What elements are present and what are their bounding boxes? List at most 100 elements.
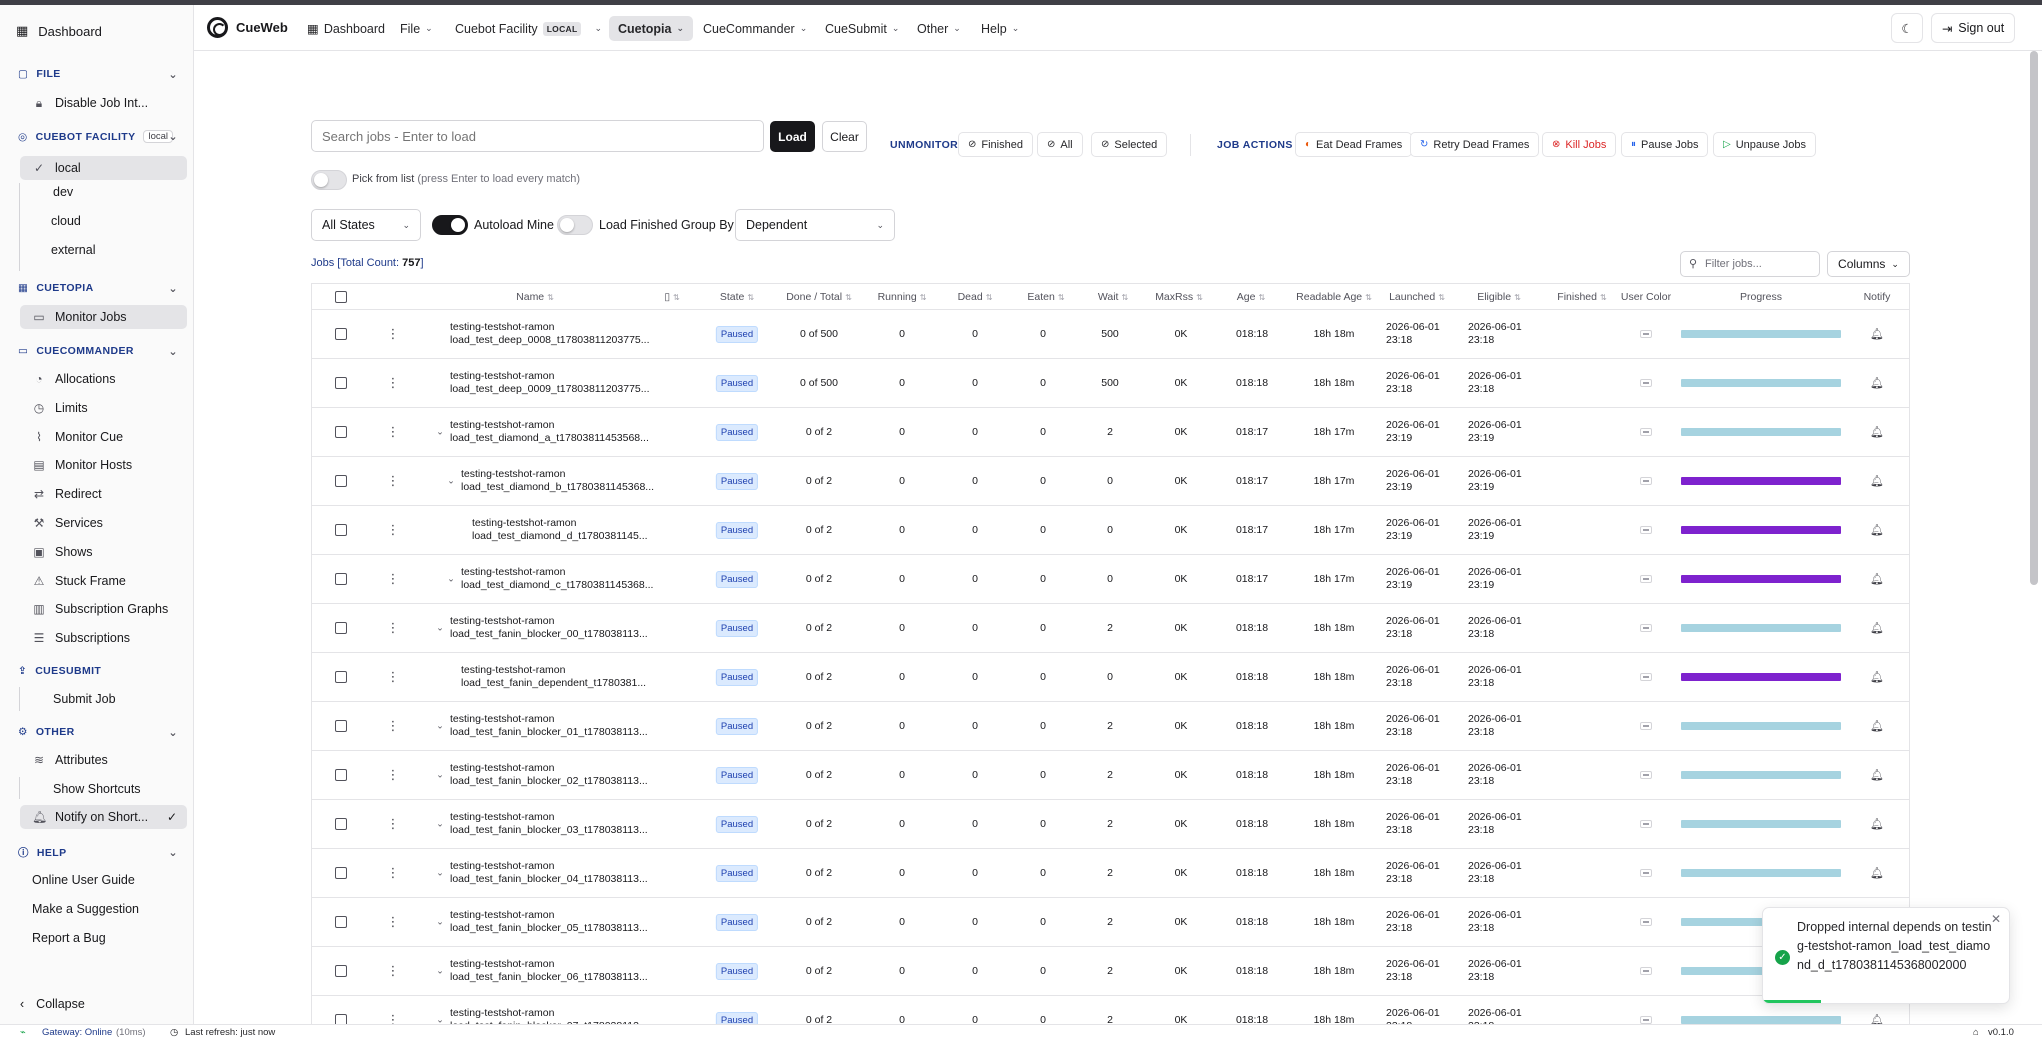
row-menu-icon[interactable]: ⋮ xyxy=(387,963,400,979)
row-checkbox[interactable] xyxy=(335,475,347,487)
user-color-swatch[interactable] xyxy=(1640,722,1652,730)
sidebar-item-local[interactable]: ✓ local xyxy=(20,156,187,180)
col-readable-age[interactable]: Readable Age ⇅ xyxy=(1296,291,1372,303)
unmonitor-finished-button[interactable]: ⊘ Finished xyxy=(958,132,1033,157)
sidebar-item-monitor-hosts[interactable]: ▤ Monitor Hosts xyxy=(20,453,187,477)
sidebar-section-facility[interactable]: ◎ CUEBOT FACILITY local ⌄ xyxy=(18,130,178,143)
pick-from-list-toggle[interactable] xyxy=(311,170,347,190)
col-launched[interactable]: Launched ⇅ xyxy=(1389,291,1445,303)
col-eaten[interactable]: Eaten ⇅ xyxy=(1027,291,1064,303)
user-color-swatch[interactable] xyxy=(1640,673,1652,681)
job-name[interactable]: testing-testshot-ramonload_test_fanin_bl… xyxy=(450,811,648,837)
row-checkbox[interactable] xyxy=(335,573,347,585)
col-eligible[interactable]: Eligible ⇅ xyxy=(1477,291,1521,303)
chevron-down-icon[interactable]: ⌄ xyxy=(436,427,444,438)
kill-jobs-button[interactable]: ⊗ Kill Jobs xyxy=(1542,132,1617,157)
columns-button[interactable]: Columns ⌄ xyxy=(1827,251,1910,277)
user-color-swatch[interactable] xyxy=(1640,918,1652,926)
job-name[interactable]: testing-testshot-ramon load_test_fanin_de… xyxy=(461,664,646,690)
chevron-down-icon[interactable]: ⌄ xyxy=(447,574,455,585)
row-checkbox[interactable] xyxy=(335,328,347,340)
user-color-swatch[interactable] xyxy=(1640,477,1652,485)
nav-file[interactable]: File ⌄ xyxy=(391,16,442,41)
bell-icon[interactable]: 🔔︎ xyxy=(1870,622,1884,635)
chevron-down-icon[interactable]: ⌄ xyxy=(436,917,444,928)
bell-icon[interactable]: 🔔︎ xyxy=(1870,818,1884,831)
col-file[interactable]: ▯ ⇅ xyxy=(664,291,679,303)
row-checkbox[interactable] xyxy=(335,426,347,438)
row-menu-icon[interactable]: ⋮ xyxy=(387,522,400,538)
chevron-down-icon[interactable]: ⌄ xyxy=(436,623,444,634)
job-name[interactable]: testing-testshot-ramon load_test_diamond_… xyxy=(472,517,648,543)
col-age[interactable]: Age ⇅ xyxy=(1237,291,1265,303)
bell-icon[interactable]: 🔔︎ xyxy=(1870,671,1884,684)
row-menu-icon[interactable]: ⋮ xyxy=(387,669,400,685)
sidebar-section-help[interactable]: ⓘ HELP ⌄ xyxy=(18,845,178,860)
sidebar-item-attributes[interactable]: ≋ Attributes xyxy=(20,748,187,772)
bell-icon[interactable]: 🔔︎ xyxy=(1870,720,1884,733)
clear-button[interactable]: Clear xyxy=(822,121,867,152)
chevron-down-icon[interactable]: ⌄ xyxy=(436,868,444,879)
row-checkbox[interactable] xyxy=(335,622,347,634)
user-color-swatch[interactable] xyxy=(1640,330,1652,338)
job-name[interactable]: testing-testshot-ramonload_test_fanin_bl… xyxy=(450,713,648,739)
sidebar-section-cuetopia[interactable]: ▦ CUETOPIA ⌄ xyxy=(18,282,178,295)
autoload-mine-toggle[interactable] xyxy=(432,215,468,235)
user-color-swatch[interactable] xyxy=(1640,379,1652,387)
row-menu-icon[interactable]: ⋮ xyxy=(387,718,400,734)
sidebar-item-report-bug[interactable]: Report a Bug xyxy=(32,931,106,945)
sidebar-section-cuecommander[interactable]: ▭ CUECOMMANDER ⌄ xyxy=(18,345,178,358)
sidebar-item-services[interactable]: ⚒ Services xyxy=(20,511,187,535)
filter-jobs-input[interactable]: ⚲ Filter jobs... xyxy=(1680,251,1820,277)
nav-cuebot-facility[interactable]: Cuebot Facility LOCAL ⌄ xyxy=(446,16,611,41)
sidebar-item-stuck-frame[interactable]: ⚠ Stuck Frame xyxy=(20,569,187,593)
row-menu-icon[interactable]: ⋮ xyxy=(387,473,400,489)
row-menu-icon[interactable]: ⋮ xyxy=(387,865,400,881)
row-checkbox[interactable] xyxy=(335,720,347,732)
user-color-swatch[interactable] xyxy=(1640,820,1652,828)
sidebar-item-external[interactable]: external xyxy=(51,243,95,257)
sign-out-button[interactable]: ⇥ Sign out xyxy=(1931,13,2015,43)
sidebar-item-subscriptions[interactable]: ☰ Subscriptions xyxy=(20,626,187,650)
sidebar-item-limits[interactable]: ◷ Limits xyxy=(20,396,187,420)
row-checkbox[interactable] xyxy=(335,867,347,879)
unpause-jobs-button[interactable]: ▷ Unpause Jobs xyxy=(1713,132,1817,157)
sidebar-item-allocations[interactable]: ◔ Allocations xyxy=(20,367,187,391)
user-color-swatch[interactable] xyxy=(1640,771,1652,779)
sidebar-item-cloud[interactable]: cloud xyxy=(51,214,81,228)
nav-dashboard[interactable]: ▦ Dashboard xyxy=(298,16,394,41)
row-checkbox[interactable] xyxy=(335,916,347,928)
user-color-swatch[interactable] xyxy=(1640,575,1652,583)
job-name[interactable]: testing-testshot-ramonload_test_fanin_bl… xyxy=(450,762,648,788)
row-checkbox[interactable] xyxy=(335,1014,347,1024)
row-menu-icon[interactable]: ⋮ xyxy=(387,1012,400,1024)
user-color-swatch[interactable] xyxy=(1640,869,1652,877)
chevron-down-icon[interactable]: ⌄ xyxy=(436,966,444,977)
col-dead[interactable]: Dead ⇅ xyxy=(958,291,993,303)
eat-dead-frames-button[interactable]: ◐ Eat Dead Frames xyxy=(1295,132,1413,157)
row-checkbox[interactable] xyxy=(335,965,347,977)
row-checkbox[interactable] xyxy=(335,524,347,536)
unmonitor-selected-button[interactable]: ⊘ Selected xyxy=(1091,132,1168,157)
row-checkbox[interactable] xyxy=(335,769,347,781)
bell-icon[interactable]: 🔔︎ xyxy=(1870,573,1884,586)
bell-icon[interactable]: 🔔︎ xyxy=(1870,1014,1884,1025)
row-menu-icon[interactable]: ⋮ xyxy=(387,767,400,783)
search-jobs-input[interactable] xyxy=(311,120,764,152)
load-finished-toggle[interactable] xyxy=(557,215,593,235)
state-select[interactable]: All States ⌄ xyxy=(311,209,421,241)
sidebar-section-other[interactable]: ⚙ OTHER ⌄ xyxy=(18,726,178,739)
bell-icon[interactable]: 🔔︎ xyxy=(1870,377,1884,390)
page-scrollbar[interactable] xyxy=(2030,51,2038,585)
bell-icon[interactable]: 🔔︎ xyxy=(1870,524,1884,537)
job-name[interactable]: testing-testshot-ramonload_test_fanin_bl… xyxy=(450,1007,648,1024)
sidebar-dashboard[interactable]: ▦ Dashboard xyxy=(16,23,102,39)
sidebar-item-redirect[interactable]: ⇄ Redirect xyxy=(20,482,187,506)
select-all-checkbox[interactable] xyxy=(335,291,347,303)
row-menu-icon[interactable]: ⋮ xyxy=(387,424,400,440)
close-icon[interactable]: ✕ xyxy=(1991,912,2001,926)
bell-icon[interactable]: 🔔︎ xyxy=(1870,769,1884,782)
row-checkbox[interactable] xyxy=(335,671,347,683)
job-name[interactable]: testing-testshot-ramonload_test_fanin_bl… xyxy=(450,615,648,641)
user-color-swatch[interactable] xyxy=(1640,967,1652,975)
